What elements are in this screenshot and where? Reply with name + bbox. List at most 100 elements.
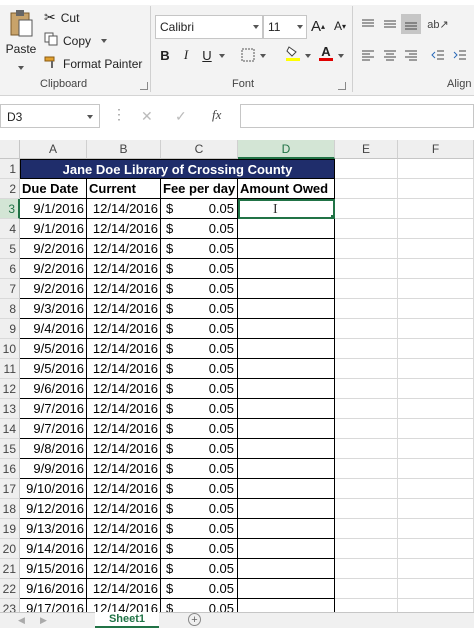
current-date-cell[interactable]: 12/14/2016 [87, 239, 161, 259]
due-date-cell[interactable]: 9/2/2016 [20, 279, 87, 299]
amount-owed-cell[interactable] [238, 579, 335, 599]
current-date-cell[interactable]: 12/14/2016 [87, 339, 161, 359]
amount-owed-cell[interactable] [238, 359, 335, 379]
align-right-icon[interactable] [401, 45, 421, 65]
decrease-font-icon[interactable]: A ▾ [330, 16, 350, 36]
fee-cell[interactable]: $0.05 [161, 559, 238, 579]
current-date-cell[interactable]: 12/14/2016 [87, 379, 161, 399]
cancel-icon[interactable]: ✕ [141, 108, 153, 125]
cell[interactable] [335, 479, 398, 499]
row-header[interactable]: 9 [0, 319, 20, 339]
header-current[interactable]: Current [87, 179, 161, 199]
cell[interactable] [398, 179, 474, 199]
due-date-cell[interactable]: 9/12/2016 [20, 499, 87, 519]
add-sheet-icon[interactable]: + [188, 613, 201, 626]
borders-dropdown-icon[interactable] [260, 54, 266, 58]
cell[interactable] [398, 479, 474, 499]
row-header[interactable]: 19 [0, 519, 20, 539]
clipboard-launcher-icon[interactable] [140, 82, 148, 90]
cell[interactable] [335, 319, 398, 339]
cell[interactable] [398, 519, 474, 539]
column-header-d[interactable]: D [238, 140, 335, 159]
underline-icon[interactable]: U [197, 45, 217, 65]
current-date-cell[interactable]: 12/14/2016 [87, 299, 161, 319]
current-date-cell[interactable]: 12/14/2016 [87, 439, 161, 459]
fee-cell[interactable]: $0.05 [161, 299, 238, 319]
current-date-cell[interactable]: 12/14/2016 [87, 479, 161, 499]
cell[interactable] [398, 319, 474, 339]
due-date-cell[interactable]: 9/7/2016 [20, 399, 87, 419]
amount-owed-cell[interactable] [238, 479, 335, 499]
cell[interactable] [335, 239, 398, 259]
current-date-cell[interactable]: 12/14/2016 [87, 219, 161, 239]
cell[interactable] [398, 499, 474, 519]
current-date-cell[interactable]: 12/14/2016 [87, 459, 161, 479]
cell[interactable] [335, 459, 398, 479]
fee-cell[interactable]: $0.05 [161, 419, 238, 439]
row-header[interactable]: 1 [0, 159, 20, 179]
font-launcher-icon[interactable] [338, 82, 346, 90]
amount-owed-cell[interactable] [238, 279, 335, 299]
cell[interactable] [335, 539, 398, 559]
resize-handle-icon[interactable]: ⋮ [112, 107, 126, 125]
cell[interactable] [398, 219, 474, 239]
cell[interactable] [398, 339, 474, 359]
current-date-cell[interactable]: 12/14/2016 [87, 499, 161, 519]
due-date-cell[interactable]: 9/5/2016 [20, 339, 87, 359]
cell[interactable] [398, 259, 474, 279]
align-center-icon[interactable] [380, 45, 400, 65]
column-header-c[interactable]: C [161, 140, 238, 159]
cell[interactable] [335, 559, 398, 579]
current-date-cell[interactable]: 12/14/2016 [87, 539, 161, 559]
current-date-cell[interactable]: 12/14/2016 [87, 279, 161, 299]
amount-owed-cell[interactable] [238, 219, 335, 239]
cell[interactable] [398, 399, 474, 419]
amount-owed-cell[interactable] [238, 239, 335, 259]
insert-function-icon[interactable]: fx [212, 107, 221, 123]
cell[interactable] [335, 359, 398, 379]
row-header[interactable]: 17 [0, 479, 20, 499]
select-all-corner[interactable] [0, 140, 20, 159]
name-box[interactable]: D3 [0, 104, 100, 128]
due-date-cell[interactable]: 9/9/2016 [20, 459, 87, 479]
row-header[interactable]: 11 [0, 359, 20, 379]
cell[interactable] [398, 359, 474, 379]
cell[interactable] [335, 339, 398, 359]
amount-owed-cell[interactable] [238, 399, 335, 419]
row-header[interactable]: 3 [0, 199, 20, 219]
fee-cell[interactable]: $0.05 [161, 499, 238, 519]
increase-font-icon[interactable]: A ▴ [308, 16, 328, 36]
fee-cell[interactable]: $0.05 [161, 539, 238, 559]
fee-cell[interactable]: $0.05 [161, 379, 238, 399]
row-header[interactable]: 14 [0, 419, 20, 439]
fee-cell[interactable]: $0.05 [161, 339, 238, 359]
fee-cell[interactable]: $0.05 [161, 239, 238, 259]
cell[interactable] [335, 579, 398, 599]
cell[interactable] [398, 419, 474, 439]
enter-icon[interactable]: ✓ [175, 108, 187, 125]
chevron-down-icon[interactable] [87, 115, 93, 119]
row-header[interactable]: 21 [0, 559, 20, 579]
row-header[interactable]: 18 [0, 499, 20, 519]
spreadsheet-grid[interactable]: ABCDEF 1 2 3 4 5 6 7 8 9 10 11 12 13 14 15 16 17 18 19 20 21… [0, 140, 474, 619]
cell[interactable] [398, 459, 474, 479]
row-header[interactable]: 4 [0, 219, 20, 239]
row-header[interactable]: 20 [0, 539, 20, 559]
row-header[interactable]: 10 [0, 339, 20, 359]
due-date-cell[interactable]: 9/6/2016 [20, 379, 87, 399]
italic-icon[interactable]: I [176, 45, 196, 65]
due-date-cell[interactable]: 9/15/2016 [20, 559, 87, 579]
fee-cell[interactable]: $0.05 [161, 319, 238, 339]
font-size-dropdown[interactable]: 11 [263, 15, 307, 39]
copy-dropdown-icon[interactable] [101, 38, 108, 43]
cell[interactable] [335, 219, 398, 239]
scroll-tabs-left-icon[interactable]: ◀ [18, 615, 25, 626]
header-due-date[interactable]: Due Date [20, 179, 87, 199]
row-header[interactable]: 6 [0, 259, 20, 279]
row-header[interactable]: 13 [0, 399, 20, 419]
column-header-b[interactable]: B [87, 140, 161, 159]
due-date-cell[interactable]: 9/2/2016 [20, 239, 87, 259]
due-date-cell[interactable]: 9/10/2016 [20, 479, 87, 499]
due-date-cell[interactable]: 9/7/2016 [20, 419, 87, 439]
row-header[interactable]: 15 [0, 439, 20, 459]
